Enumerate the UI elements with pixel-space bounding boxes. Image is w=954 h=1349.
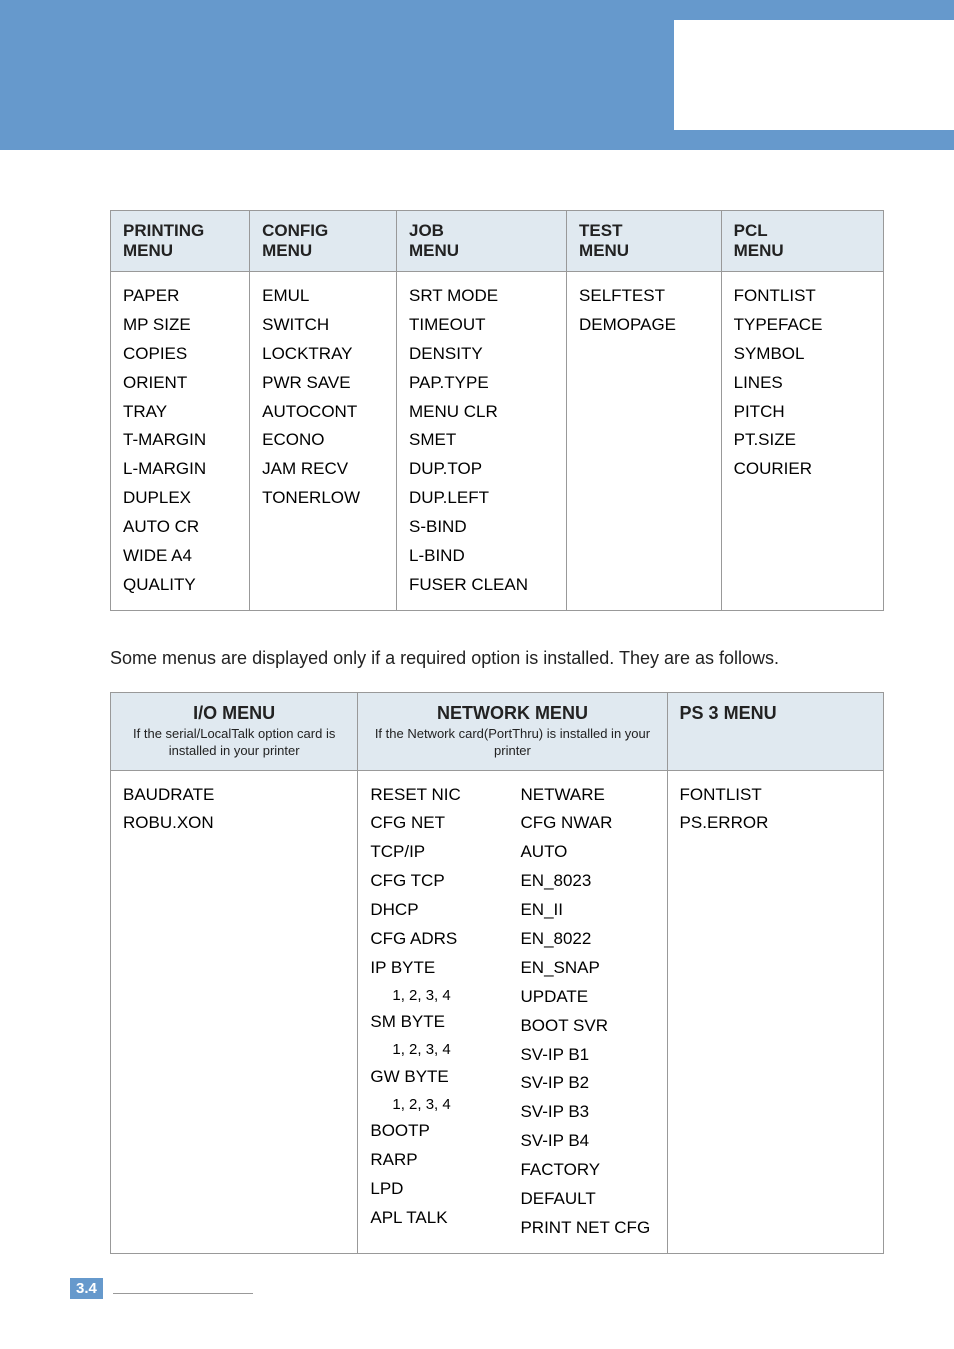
col-test-body: SELFTESTDEMOPAGE (567, 272, 722, 611)
page-content: PRINTING MENU CONFIG MENU JOB MENU TEST … (0, 150, 954, 1254)
col-pcl-sub: MENU (734, 241, 784, 260)
col-io-title: I/O MENU (193, 703, 275, 723)
col-config-sub: MENU (262, 241, 312, 260)
intro-text: Some menus are displayed only if a requi… (110, 645, 884, 672)
net-right: NETWARECFG NWARAUTOEN_8023EN_IIEN_8022EN… (512, 781, 654, 1243)
col-net-header: NETWORK MENU If the Network card(PortThr… (358, 692, 667, 770)
optional-menu-table: I/O MENU If the serial/LocalTalk option … (110, 692, 884, 1254)
col-job-header: JOB MENU (396, 211, 566, 272)
col-job-body: SRT MODETIMEOUTDENSITYPAP.TYPEMENU CLRSM… (396, 272, 566, 611)
page-header-tab (674, 20, 954, 130)
col-printing-sub: MENU (123, 241, 173, 260)
col-printing-header: PRINTING MENU (111, 211, 250, 272)
col-test-sub: MENU (579, 241, 629, 260)
col-job-title: JOB (409, 221, 444, 240)
net-left: RESET NICCFG NETTCP/IPCFG TCPDHCPCFG ADR… (370, 781, 512, 1243)
col-test-title: TEST (579, 221, 622, 240)
col-printing-body: PAPERMP SIZECOPIESORIENTTRAYT-MARGINL-MA… (111, 272, 250, 611)
col-pcl-title: PCL (734, 221, 768, 240)
col-io-body: BAUDRATEROBU.XON (111, 770, 358, 1253)
col-config-header: CONFIG MENU (250, 211, 397, 272)
col-config-title: CONFIG (262, 221, 328, 240)
footer-rule (113, 1284, 253, 1294)
col-net-title: NETWORK MENU (437, 703, 588, 723)
col-test-header: TEST MENU (567, 211, 722, 272)
page-number: 4 (89, 1280, 97, 1297)
col-job-sub: MENU (409, 241, 459, 260)
page-footer: 3.4 (70, 1278, 253, 1299)
page-header-bar (0, 0, 954, 150)
page-number-badge: 3.4 (70, 1278, 103, 1299)
col-printing-title: PRINTING (123, 221, 204, 240)
col-ps3-header: PS 3 MENU (667, 692, 883, 770)
col-io-sub: If the serial/LocalTalk option card is i… (123, 726, 345, 760)
col-config-body: EMULSWITCHLOCKTRAYPWR SAVEAUTOCONTECONOJ… (250, 272, 397, 611)
col-net-sub: If the Network card(PortThru) is install… (370, 726, 654, 760)
menu-overview-table: PRINTING MENU CONFIG MENU JOB MENU TEST … (110, 210, 884, 611)
col-io-header: I/O MENU If the serial/LocalTalk option … (111, 692, 358, 770)
col-ps3-title: PS 3 MENU (680, 703, 777, 723)
col-pcl-header: PCL MENU (721, 211, 883, 272)
col-ps3-body: FONTLISTPS.ERROR (667, 770, 883, 1253)
col-net-body: RESET NICCFG NETTCP/IPCFG TCPDHCPCFG ADR… (358, 770, 667, 1253)
col-pcl-body: FONTLISTTYPEFACESYMBOLLINESPITCHPT.SIZEC… (721, 272, 883, 611)
